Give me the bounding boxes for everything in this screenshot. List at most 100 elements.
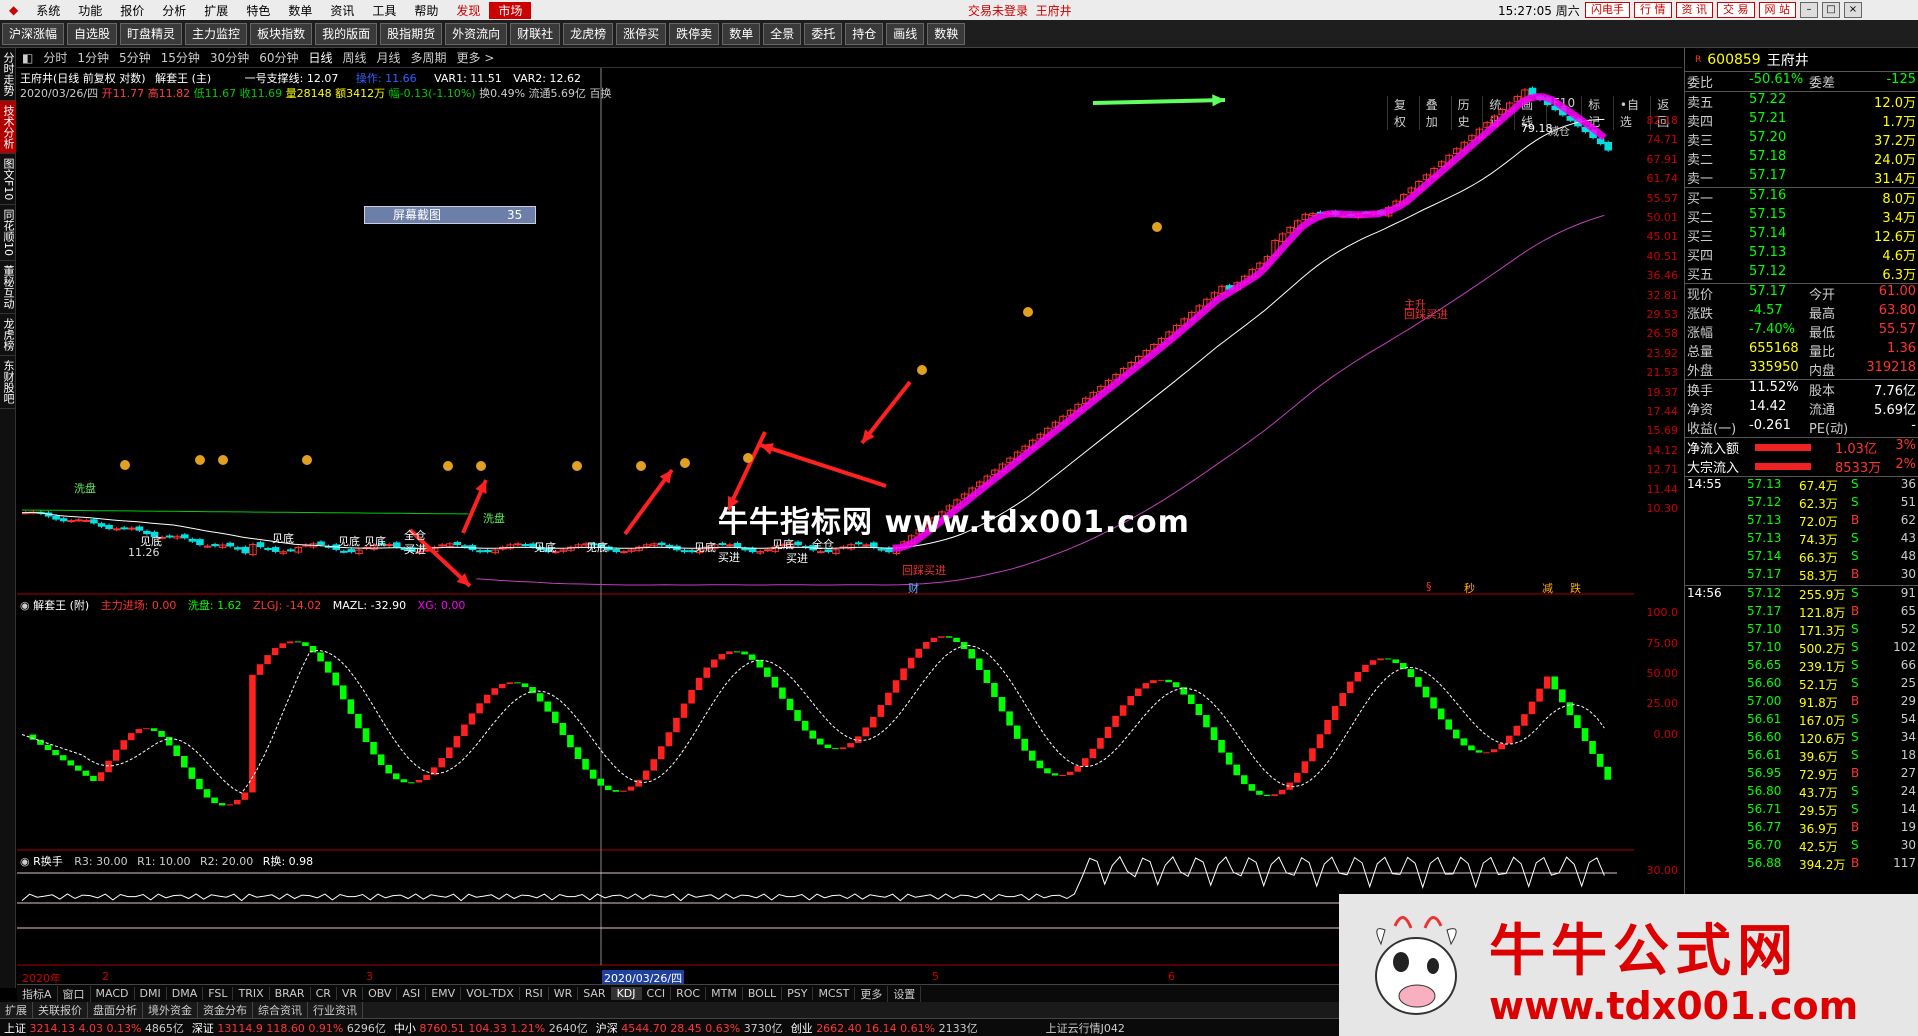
indicator-tab-13[interactable]: EMV [426,987,462,1000]
tick-list[interactable]: 14:55 57.13 67.4万 S 36 57.12 62.3万 S 51 57.13 72.0… [1685,477,1918,874]
sub1-title[interactable]: 解套王 (附) [33,599,89,612]
period-daily[interactable]: 日线 [303,49,337,66]
toolbar-button[interactable]: 主力监控 [185,22,248,45]
indicator-tab-16[interactable]: WR [549,987,579,1000]
indicator-tab-11[interactable]: OBV [363,987,398,1000]
index-quote[interactable]: 上证 3214.13 4.03 0.13% 4865亿 [0,1020,188,1036]
indicator-tab-1[interactable]: 指标A [17,985,58,1002]
menu-analysis[interactable]: 分析 [153,2,195,19]
toolbar-button[interactable]: 板块指数 [250,22,313,45]
index-quote[interactable]: 创业 2662.40 16.14 0.61% 2133亿 [787,1020,982,1036]
toolbar-button[interactable]: 我的版面 [315,22,378,45]
indicator-tab-3[interactable]: MACD [91,987,135,1000]
bottom-tab-1[interactable]: 扩展 [0,1002,33,1018]
period-5min[interactable]: 5分钟 [114,49,156,66]
toolbar-button[interactable]: 涨停买 [616,22,667,45]
sub2-title[interactable]: R换手 [33,855,63,868]
menu-tools[interactable]: 工具 [363,2,405,19]
menu-data[interactable]: 数单 [279,2,321,19]
indicator-tab-21[interactable]: MTM [706,987,743,1000]
bottom-tab-3[interactable]: 盘面分析 [88,1002,143,1018]
news-button[interactable]: 资 讯 [1675,2,1713,18]
toolbar-button[interactable]: 股指期货 [380,22,443,45]
toolbar-button[interactable]: 数鞅 [927,22,966,45]
toolbar-button[interactable]: 数单 [722,22,761,45]
index-quote[interactable]: 中小 8760.51 104.33 1.21% 2640亿 [390,1020,592,1036]
screenshot-box[interactable]: 屏幕截图 35 [364,206,536,224]
menu-news[interactable]: 资讯 [321,2,363,19]
toolbar-button[interactable]: 全景 [763,22,802,45]
indicator-tab-5[interactable]: DMA [167,987,204,1000]
indicator-tab-19[interactable]: CCI [642,987,672,1000]
toolbar-button[interactable]: 跌停卖 [669,22,720,45]
menu-market[interactable]: 市场 [489,1,532,19]
indicator-tab-7[interactable]: TRIX [233,987,270,1000]
period-timeshare[interactable]: 分时 [38,49,72,66]
menu-system[interactable]: 系统 [27,2,69,19]
bottom-tab-4[interactable]: 境外资金 [143,1002,198,1018]
menu-help[interactable]: 帮助 [405,2,447,19]
indicator-tab-15[interactable]: RSI [520,987,549,1000]
toolbar-button[interactable]: 持仓 [845,22,884,45]
toolbar-button[interactable]: 沪深涨幅 [2,22,65,45]
period-60min[interactable]: 60分钟 [254,49,303,66]
bottom-tab-5[interactable]: 资金分布 [198,1002,253,1018]
menu-discover[interactable]: 发现 [447,2,489,19]
toolbar-button[interactable]: 财联社 [510,22,561,45]
period-menu-icon[interactable]: ◧ [17,51,38,65]
maximize-icon[interactable]: □ [1822,2,1840,18]
quote-button[interactable]: 行 情 [1634,2,1672,18]
sidebar-item-lhb[interactable]: 龙虎榜 [0,314,16,357]
indicator-tab-20[interactable]: ROC [671,987,707,1000]
indicator-tab-23[interactable]: PSY [782,987,814,1000]
flash-trade-button[interactable]: 闪电手 [1585,2,1630,18]
period-weekly[interactable]: 周线 [338,49,372,66]
indicator-tab-4[interactable]: DMI [135,987,167,1000]
website-button[interactable]: 网 站 [1758,2,1796,18]
indicator-tab-17[interactable]: SAR [578,987,612,1000]
trade-button[interactable]: 交 易 [1717,2,1755,18]
sidebar-item-forum[interactable]: 东财股吧 [0,356,16,410]
indicator-tab-25[interactable]: 更多 [855,985,889,1002]
indicator-tab-8[interactable]: BRAR [270,987,311,1000]
menu-extension[interactable]: 扩展 [195,2,237,19]
sidebar-item-f10[interactable]: 图文F10 [0,154,16,206]
indicator-tab-10[interactable]: VR [337,987,364,1000]
indicator-tab-24[interactable]: MCST [813,987,856,1000]
indicator-tab-26[interactable]: 设置 [888,985,922,1002]
indicator-tab-12[interactable]: ASI [397,987,427,1000]
bottom-tab-6[interactable]: 综合资讯 [253,1002,308,1018]
period-15min[interactable]: 15分钟 [156,49,205,66]
indicator-tab-9[interactable]: CR [311,987,337,1000]
ad-url[interactable]: www.tdx001.com [1489,984,1858,1028]
sidebar-item-ths[interactable]: 同花顺10 [0,205,16,262]
period-1min[interactable]: 1分钟 [72,49,114,66]
minimize-icon[interactable]: – [1800,2,1818,18]
toolbar-button[interactable]: 画线 [886,22,925,45]
bottom-tab-2[interactable]: 关联报价 [33,1002,88,1018]
indicator-tab-2[interactable]: 窗口 [58,985,91,1002]
period-30min[interactable]: 30分钟 [205,49,254,66]
bottom-tab-7[interactable]: 行业资讯 [308,1002,363,1018]
period-more[interactable]: 更多 > [452,49,500,66]
sidebar-item-timeshare[interactable]: 分时走势 [0,48,16,101]
menu-feature[interactable]: 特色 [237,2,279,19]
toolbar-button[interactable]: 外资流向 [445,22,508,45]
close-icon[interactable]: × [1844,2,1862,18]
toolbar-button[interactable]: 龙虎榜 [563,22,614,45]
period-multi[interactable]: 多周期 [406,49,452,66]
index-quote[interactable]: 深证 13114.9 118.60 0.91% 6296亿 [188,1020,390,1036]
menu-quote[interactable]: 报价 [111,2,153,19]
period-monthly[interactable]: 月线 [372,49,406,66]
indicator-tab-18[interactable]: KDJ [611,987,642,1000]
toolbar-button[interactable]: 盯盘精灵 [120,22,183,45]
sidebar-item-secretary[interactable]: 董秘互动 [0,261,16,315]
sidebar-item-technical[interactable]: 技术分析 [0,101,16,154]
indicator-tab-14[interactable]: VOL-TDX [461,987,520,1000]
index-quote[interactable]: 沪深 4544.70 28.45 0.63% 3730亿 [592,1020,787,1036]
toolbar-button[interactable]: 委托 [804,22,843,45]
ad-banner[interactable]: 牛牛公式网 www.tdx001.com [1339,894,1918,1036]
indicator-tab-6[interactable]: FSL [203,987,234,1000]
toolbar-button[interactable]: 自选股 [67,22,118,45]
indicator-tab-22[interactable]: BOLL [743,987,783,1000]
